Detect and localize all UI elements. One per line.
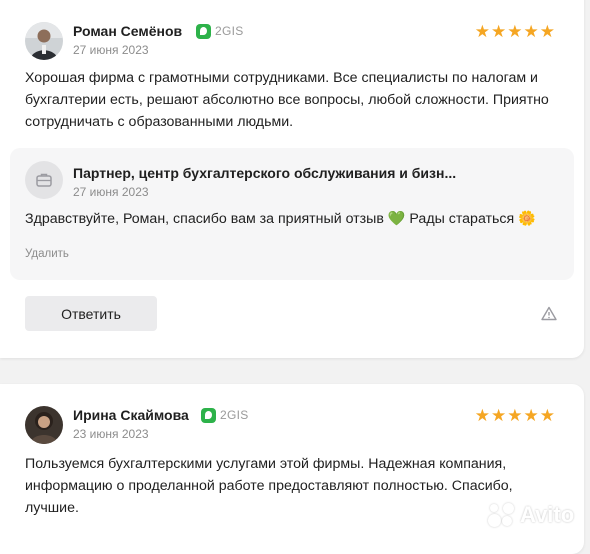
source-label: 2GIS (215, 24, 244, 38)
watermark-text: Avito (520, 502, 575, 527)
2gis-icon (201, 407, 216, 423)
avatar[interactable] (25, 406, 63, 444)
review-text: Хорошая фирма с грамотными сотрудниками.… (25, 70, 549, 130)
reply-date: 27 июня 2023 (73, 185, 149, 199)
avito-watermark: Avito (486, 498, 574, 532)
author-name[interactable]: Ирина Скаймова (73, 407, 189, 423)
2gis-icon (196, 23, 211, 39)
report-warning-icon[interactable] (541, 306, 557, 326)
briefcase-icon (25, 161, 63, 199)
avatar[interactable] (25, 22, 63, 60)
rating-stars: ★★★★★ (474, 406, 556, 425)
source-badge: 2GIS (196, 23, 244, 39)
review-card: Роман Семёнов 2GIS 27 июня 2023 ★★★★★ Хо… (0, 0, 584, 358)
delete-reply-link[interactable]: Удалить (25, 248, 69, 260)
review-header: Роман Семёнов 2GIS 27 июня 2023 ★★★★★ (25, 22, 556, 62)
owner-reply: Партнер, центр бухгалтерского обслуживан… (10, 148, 574, 280)
review-date: 27 июня 2023 (73, 43, 149, 57)
reply-author: Партнер, центр бухгалтерского обслуживан… (73, 165, 457, 181)
author-name[interactable]: Роман Семёнов (73, 23, 182, 39)
source-label: 2GIS (220, 408, 249, 422)
reply-text: Здравствуйте, Роман, спасибо вам за прия… (25, 211, 536, 227)
avito-logo-icon (486, 500, 516, 530)
review-date: 23 июня 2023 (73, 427, 149, 441)
reply-button[interactable]: Ответить (25, 296, 157, 331)
rating-stars: ★★★★★ (474, 22, 556, 41)
source-badge: 2GIS (201, 407, 249, 423)
review-header: Ирина Скаймова 2GIS 23 июня 2023 ★★★★★ (25, 406, 556, 446)
